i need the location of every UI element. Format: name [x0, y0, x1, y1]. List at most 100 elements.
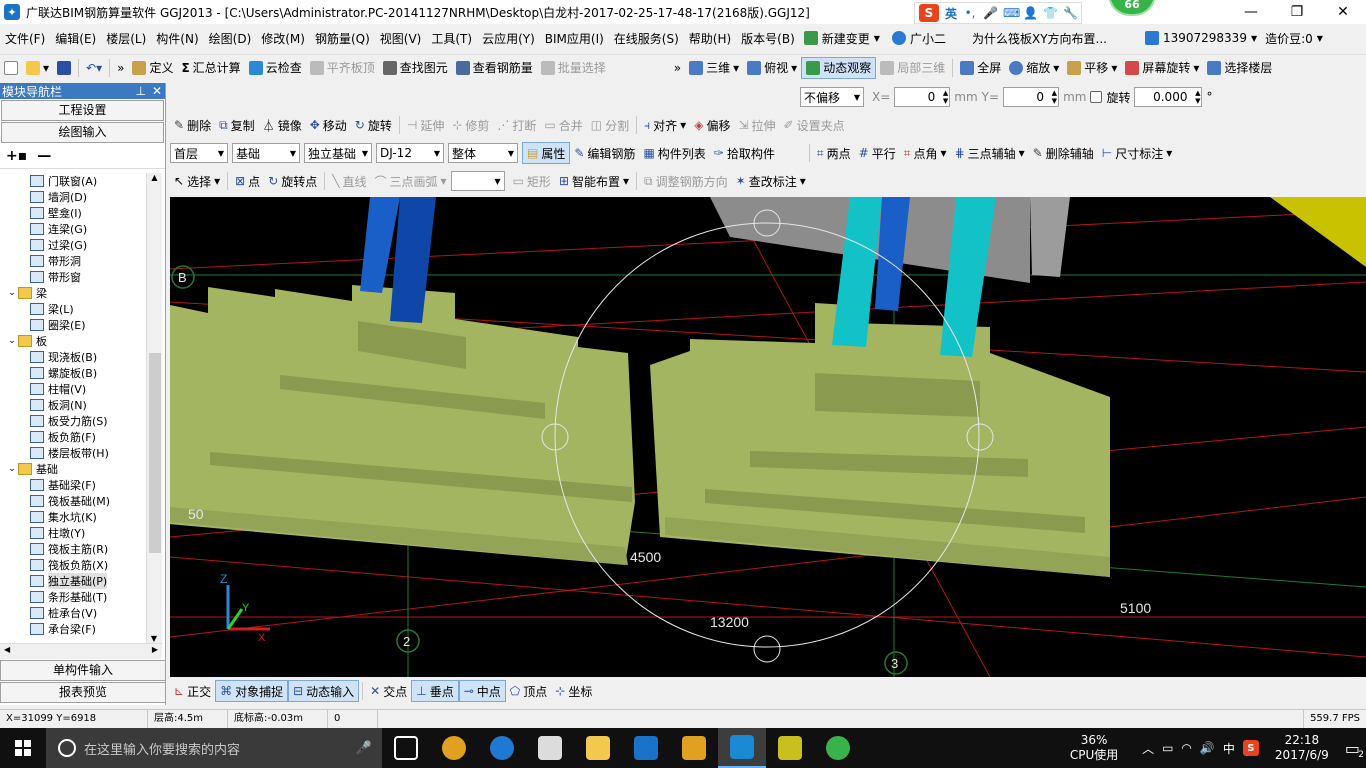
open-file-icon[interactable]: ▾ — [22, 57, 53, 79]
tree-vscrollbar[interactable]: ▲ ▼ — [146, 173, 162, 643]
select-button[interactable]: ↖ 选择 ▾ — [170, 170, 224, 192]
tree-item[interactable]: 墙洞(D) — [0, 189, 146, 205]
set-grip-button[interactable]: ✐ 设置夹点 — [780, 114, 849, 136]
modify-label-button[interactable]: ✶ 查改标注 ▾ — [732, 170, 810, 192]
zoom-button[interactable]: 缩放 ▾ — [1005, 57, 1063, 79]
menu-version[interactable]: 版本号(B) — [736, 30, 800, 47]
two-points-button[interactable]: ⌗ 两点 — [813, 142, 855, 164]
punct-icon[interactable]: •, — [963, 6, 977, 20]
define-button[interactable]: 定义 — [128, 57, 177, 79]
rotate-input[interactable]: 0.000 ▲ ▼ — [1134, 87, 1203, 107]
tree-item[interactable]: 筏板主筋(R) — [0, 541, 146, 557]
wifi-icon[interactable]: ◠ — [1181, 741, 1191, 755]
price-bean[interactable]: 造价豆:0 — [1265, 30, 1313, 47]
more-chevron-icon[interactable]: » — [670, 57, 685, 79]
name-select[interactable]: DJ-12 ▼ — [376, 143, 444, 163]
x-input[interactable]: 0 ▲ ▼ — [894, 87, 951, 107]
user-icon[interactable]: 👤 — [1023, 6, 1038, 20]
taskbar-search[interactable]: 在这里输入你要搜索的内容 🎤 — [46, 728, 382, 768]
footing-right[interactable] — [650, 303, 1110, 577]
parallel-button[interactable]: # 平行 — [855, 142, 900, 164]
maximize-button[interactable]: ❐ — [1274, 0, 1320, 24]
screen-rotate-button[interactable]: 屏幕旋转 ▾ — [1121, 57, 1203, 79]
arc-mode-select[interactable]: ▼ — [450, 171, 505, 191]
adjust-rebar-dir-button[interactable]: ⧉ 调整钢筋方向 — [640, 170, 732, 192]
menu-cloud[interactable]: 云应用(Y) — [477, 30, 540, 47]
scroll-thumb[interactable] — [149, 353, 161, 553]
menu-element[interactable]: 构件(N) — [151, 30, 203, 47]
select-floor-button[interactable]: 选择楼层 — [1203, 57, 1276, 79]
batch-select-button[interactable]: 批量选择 — [537, 57, 610, 79]
tree-item[interactable]: 连梁(G) — [0, 221, 146, 237]
mic-icon[interactable]: 🎤 — [356, 741, 372, 756]
ime-lang[interactable]: 英 — [945, 5, 957, 22]
tree-item[interactable]: 过梁(G) — [0, 237, 146, 253]
taskbar-app-colorful[interactable] — [430, 728, 478, 768]
spinner-icon[interactable]: ▲ ▼ — [1052, 89, 1057, 105]
stretch-button[interactable]: ⇲ 拉伸 — [734, 114, 779, 136]
save-icon[interactable] — [53, 57, 75, 79]
dropdown-arrow-icon[interactable]: ▼ — [1251, 34, 1257, 43]
arc-button[interactable]: ⌒ 三点画弧 ▾ — [371, 170, 451, 192]
taskbar-app-store[interactable] — [526, 728, 574, 768]
project-settings-section[interactable]: 工程设置 — [1, 100, 164, 121]
close-icon[interactable]: ✕ — [152, 84, 162, 98]
split-button[interactable]: ◫ 分割 — [587, 114, 633, 136]
sogou-tray-icon[interactable]: S — [1242, 740, 1259, 756]
pan-button[interactable]: 平移 ▾ — [1063, 57, 1121, 79]
scroll-up-icon[interactable]: ▲ — [147, 173, 162, 182]
full-screen-button[interactable]: 全屏 — [956, 57, 1005, 79]
three-point-axis-button[interactable]: ⋕ 三点辅轴 ▾ — [951, 142, 1029, 164]
menu-floor[interactable]: 楼层(L) — [101, 30, 151, 47]
category-select[interactable]: 基础 ▼ — [232, 143, 300, 163]
tree-item[interactable]: ⌄ 梁 — [0, 285, 146, 301]
rotate-button[interactable]: ↻ 旋转 — [351, 114, 396, 136]
rectangle-button[interactable]: ▭ 矩形 — [509, 170, 555, 192]
line-button[interactable]: ╲ 直线 — [328, 170, 370, 192]
tree-collapse-icon[interactable]: ⌄ — [6, 288, 18, 298]
sogou-icon[interactable]: S — [919, 4, 939, 22]
tree-item[interactable]: 圈梁(E) — [0, 317, 146, 333]
tree-item[interactable]: 板负筋(F) — [0, 429, 146, 445]
menu-bim[interactable]: BIM应用(I) — [540, 30, 609, 47]
tree-collapse-icon[interactable]: ⌄ — [6, 464, 18, 474]
single-input-section[interactable]: 单构件输入 — [0, 660, 166, 681]
top-view-button[interactable]: 俯视 ▾ — [743, 57, 801, 79]
scroll-right-icon[interactable]: ▶ — [152, 645, 158, 654]
report-preview-section[interactable]: 报表预览 — [0, 682, 166, 703]
menu-modify[interactable]: 修改(M) — [256, 30, 310, 47]
part-select[interactable]: 整体 ▼ — [448, 143, 518, 163]
tree-collapse-icon[interactable]: ⌄ — [6, 336, 18, 346]
local-3d-button[interactable]: 局部三维 — [876, 57, 949, 79]
find-element-button[interactable]: 查找图元 — [379, 57, 452, 79]
ime-toolbar[interactable]: S 英 •, 🎤 ⌨ 👤 👕 🔧 — [914, 2, 1083, 24]
scroll-down-icon[interactable]: ▼ — [147, 634, 161, 643]
copy-button[interactable]: ⧉ 复制 — [215, 114, 259, 136]
point-angle-button[interactable]: ⌗ 点角 ▾ — [900, 142, 951, 164]
tree-item[interactable]: 带形窗 — [0, 269, 146, 285]
taskbar-app-green[interactable] — [814, 728, 862, 768]
ime-indicator[interactable]: 中 — [1223, 740, 1235, 757]
element-list-button[interactable]: ▦ 构件列表 — [639, 142, 709, 164]
keyboard-icon[interactable]: ⌨ — [1003, 6, 1020, 20]
tree-item[interactable]: 筏板负筋(X) — [0, 557, 146, 573]
taskbar-app-ggj[interactable] — [718, 728, 766, 768]
tree-item[interactable]: 基础梁(F) — [0, 477, 146, 493]
tree-item[interactable]: 梁(L) — [0, 301, 146, 317]
new-change-menu[interactable]: 新建变更 — [822, 30, 870, 47]
break-button[interactable]: ⋰ 打断 — [493, 114, 540, 136]
network-icon[interactable]: ▭ — [1162, 741, 1173, 755]
mic-icon[interactable]: 🎤 — [983, 6, 998, 20]
three-d-button[interactable]: 三维 ▾ — [685, 57, 743, 79]
offset-button[interactable]: ◈ 偏移 — [690, 114, 734, 136]
taskbar-app-explorer[interactable] — [574, 728, 622, 768]
menu-view[interactable]: 视图(V) — [375, 30, 427, 47]
tree-hscrollbar[interactable]: ◀ ▶ — [0, 643, 162, 659]
offset-mode-select[interactable]: 不偏移 ▼ — [800, 87, 864, 107]
close-button[interactable]: ✕ — [1320, 0, 1366, 24]
task-view-button[interactable] — [382, 728, 430, 768]
delete-button[interactable]: ✎ 删除 — [170, 114, 215, 136]
tree-item[interactable]: 壁龛(I) — [0, 205, 146, 221]
pick-element-button[interactable]: ✑ 拾取构件 — [710, 142, 779, 164]
menu-help[interactable]: 帮助(H) — [684, 30, 736, 47]
